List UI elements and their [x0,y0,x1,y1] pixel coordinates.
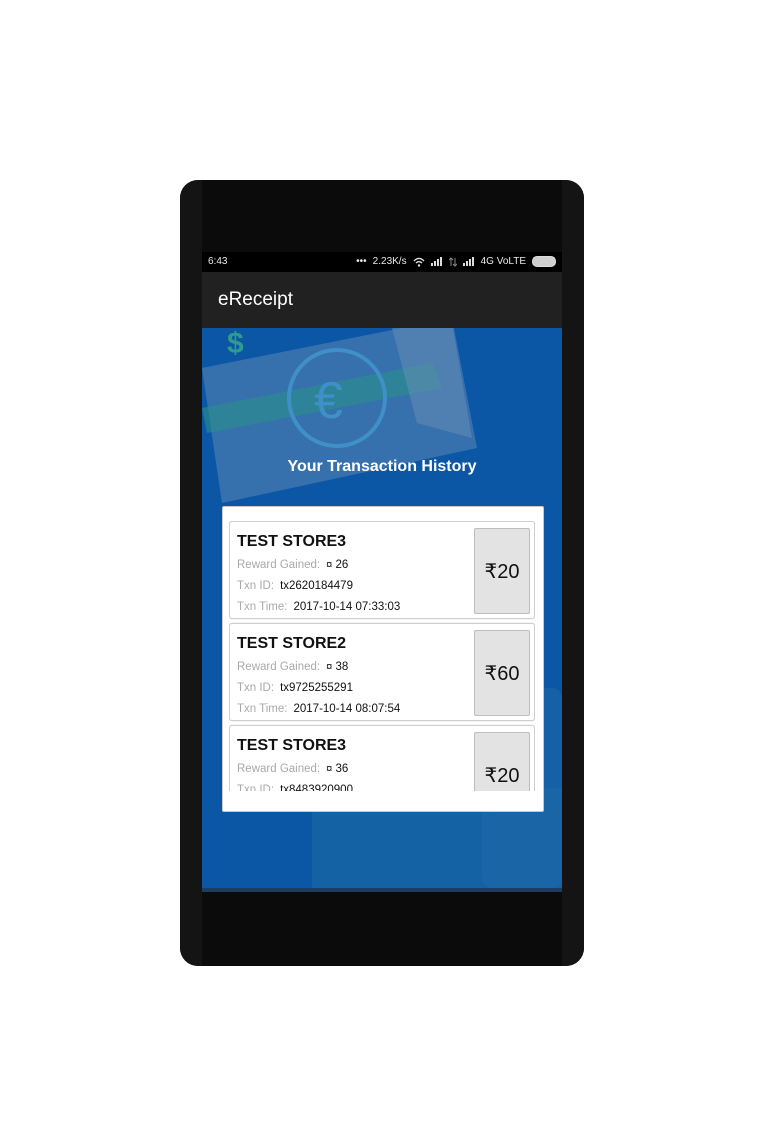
more-dots-icon: ••• [356,256,367,267]
reward-row: Reward Gained: ¤ 36 [237,763,348,775]
signal-icon [430,257,442,266]
transaction-card[interactable]: TEST STORE3 Reward Gained: ¤ 26 Txn ID: tx… [229,521,535,619]
amount-badge: ₹20 [474,732,530,791]
txn-time-label: Txn Time: [237,601,288,613]
transaction-list[interactable]: TEST STORE3 Reward Gained: ¤ 26 Txn ID: tx… [229,521,535,791]
reward-row: Reward Gained: ¤ 38 [237,661,348,673]
txn-id-row: Txn ID: tx2620184479 [237,580,353,592]
reward-label: Reward Gained: [237,763,321,775]
txn-id-row: Txn ID: tx9725255291 [237,682,353,694]
transaction-card[interactable]: TEST STORE3 Reward Gained: ¤ 36 Txn ID: tx… [229,725,535,791]
device-screen: 6:43 ••• 2.23K/s 4G VoLTE eReceipt € $ Y… [202,252,562,892]
amount-badge: ₹60 [474,630,530,716]
app-title: eReceipt [218,289,293,310]
network-speed: 2.23K/s [372,256,407,267]
txn-time-value: 2017-10-14 07:33:03 [293,601,401,613]
txn-time-row: Txn Time: 2017-10-14 08:07:54 [237,703,400,715]
status-bar: 6:43 ••• 2.23K/s 4G VoLTE [202,252,562,272]
transaction-card[interactable]: TEST STORE2 Reward Gained: ¤ 38 Txn ID: tx… [229,623,535,721]
txn-id-row: Txn ID: tx8483920900 [237,784,353,791]
phone-edge-left [180,180,202,966]
hero-background: € $ Your Transaction History TEST STORE3… [202,328,562,888]
transaction-panel: TEST STORE3 Reward Gained: ¤ 26 Txn ID: tx… [222,506,544,812]
data-arrows-icon [448,256,457,267]
reward-label: Reward Gained: [237,661,321,673]
txn-time-value: 2017-10-14 08:07:54 [293,703,401,715]
txn-id-label: Txn ID: [237,784,275,791]
txn-id-label: Txn ID: [237,580,275,592]
svg-text:$: $ [227,328,244,360]
store-name: TEST STORE3 [237,737,347,754]
status-time: 6:43 [208,256,228,267]
signal-icon-2 [462,257,474,266]
reward-coin-icon: ¤ [326,763,333,775]
amount-badge: ₹20 [474,528,530,614]
screen-bottom-edge [202,888,562,892]
wifi-icon [413,257,425,267]
reward-coin-icon: ¤ [326,559,333,571]
txn-id-value: tx2620184479 [280,580,353,592]
store-name: TEST STORE2 [237,635,347,652]
txn-id-label: Txn ID: [237,682,275,694]
reward-value: 36 [335,763,349,775]
svg-text:€: € [314,372,343,430]
page-heading: Your Transaction History [287,458,477,475]
txn-id-value: tx9725255291 [280,682,353,694]
reward-coin-icon: ¤ [326,661,333,673]
reward-value: 26 [335,559,349,571]
battery-icon [532,256,556,267]
reward-value: 38 [335,661,349,673]
phone-edge-right [562,180,584,966]
reward-label: Reward Gained: [237,559,321,571]
txn-id-value: tx8483920900 [280,784,353,791]
txn-time-label: Txn Time: [237,703,288,715]
store-name: TEST STORE3 [237,533,347,550]
app-bar: eReceipt [202,272,562,328]
network-type: 4G VoLTE [480,256,526,267]
txn-time-row: Txn Time: 2017-10-14 07:33:03 [237,601,400,613]
phone-frame: 6:43 ••• 2.23K/s 4G VoLTE eReceipt € $ Y… [180,180,584,966]
reward-row: Reward Gained: ¤ 26 [237,559,348,571]
status-icons: ••• 2.23K/s 4G VoLTE [356,256,556,267]
